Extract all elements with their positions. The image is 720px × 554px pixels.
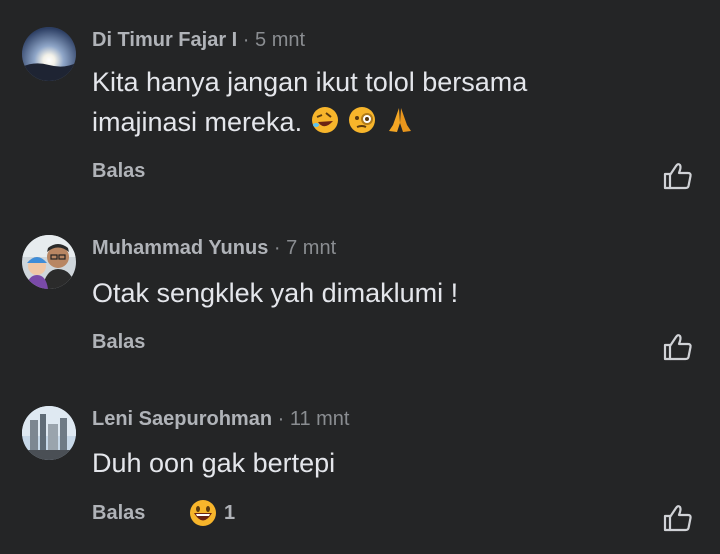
rolling-laughing-emoji-icon [311, 107, 338, 133]
comment-text-line-1: Duh oon gak bertepi [92, 448, 336, 478]
folded-hands-emoji-icon [388, 108, 411, 132]
grinning-face-emoji-icon [190, 500, 216, 526]
reply-button[interactable]: Balas [92, 331, 145, 354]
author-name[interactable]: Di Timur Fajar I [92, 29, 237, 51]
separator: · [268, 237, 287, 259]
comment-header: Di Timur Fajar I · 5 mnt [92, 29, 305, 52]
author-name[interactable]: Muhammad Yunus [92, 237, 268, 259]
timestamp[interactable]: 5 mnt [255, 29, 305, 51]
avatar-image [22, 235, 76, 289]
comment-header: Muhammad Yunus · 7 mnt [92, 237, 336, 260]
comment-text: imajinasi mereka. [92, 107, 303, 137]
avatar-image [22, 27, 76, 81]
comment-text-line-1: Otak sengklek yah dimaklumi ! [92, 278, 459, 308]
avatar[interactable] [22, 406, 76, 460]
avatar-image [22, 406, 76, 460]
reaction-count: 1 [224, 501, 236, 524]
separator: · [272, 408, 290, 430]
timestamp[interactable]: 11 mnt [290, 408, 350, 430]
thumbs-up-outline-icon[interactable] [663, 504, 693, 532]
comment-text-line-1: Kita hanya jangan ikut tolol bersama [92, 67, 528, 97]
comment-text-line-2: imajinasi mereka. [92, 102, 415, 142]
thumbs-up-outline-icon[interactable] [663, 162, 693, 190]
timestamp[interactable]: 7 mnt [286, 237, 336, 259]
reply-button[interactable]: Balas [92, 160, 145, 183]
reply-button[interactable]: Balas [92, 502, 145, 525]
comment-header: Leni Saepurohman · 11 mnt [92, 408, 349, 431]
reaction-summary[interactable]: 1 [188, 498, 235, 528]
separator: · [237, 29, 256, 51]
author-name[interactable]: Leni Saepurohman [92, 408, 272, 430]
avatar[interactable] [22, 235, 76, 289]
monocle-face-emoji-icon [349, 107, 376, 133]
thumbs-up-outline-icon[interactable] [663, 333, 693, 361]
avatar[interactable] [22, 27, 76, 81]
